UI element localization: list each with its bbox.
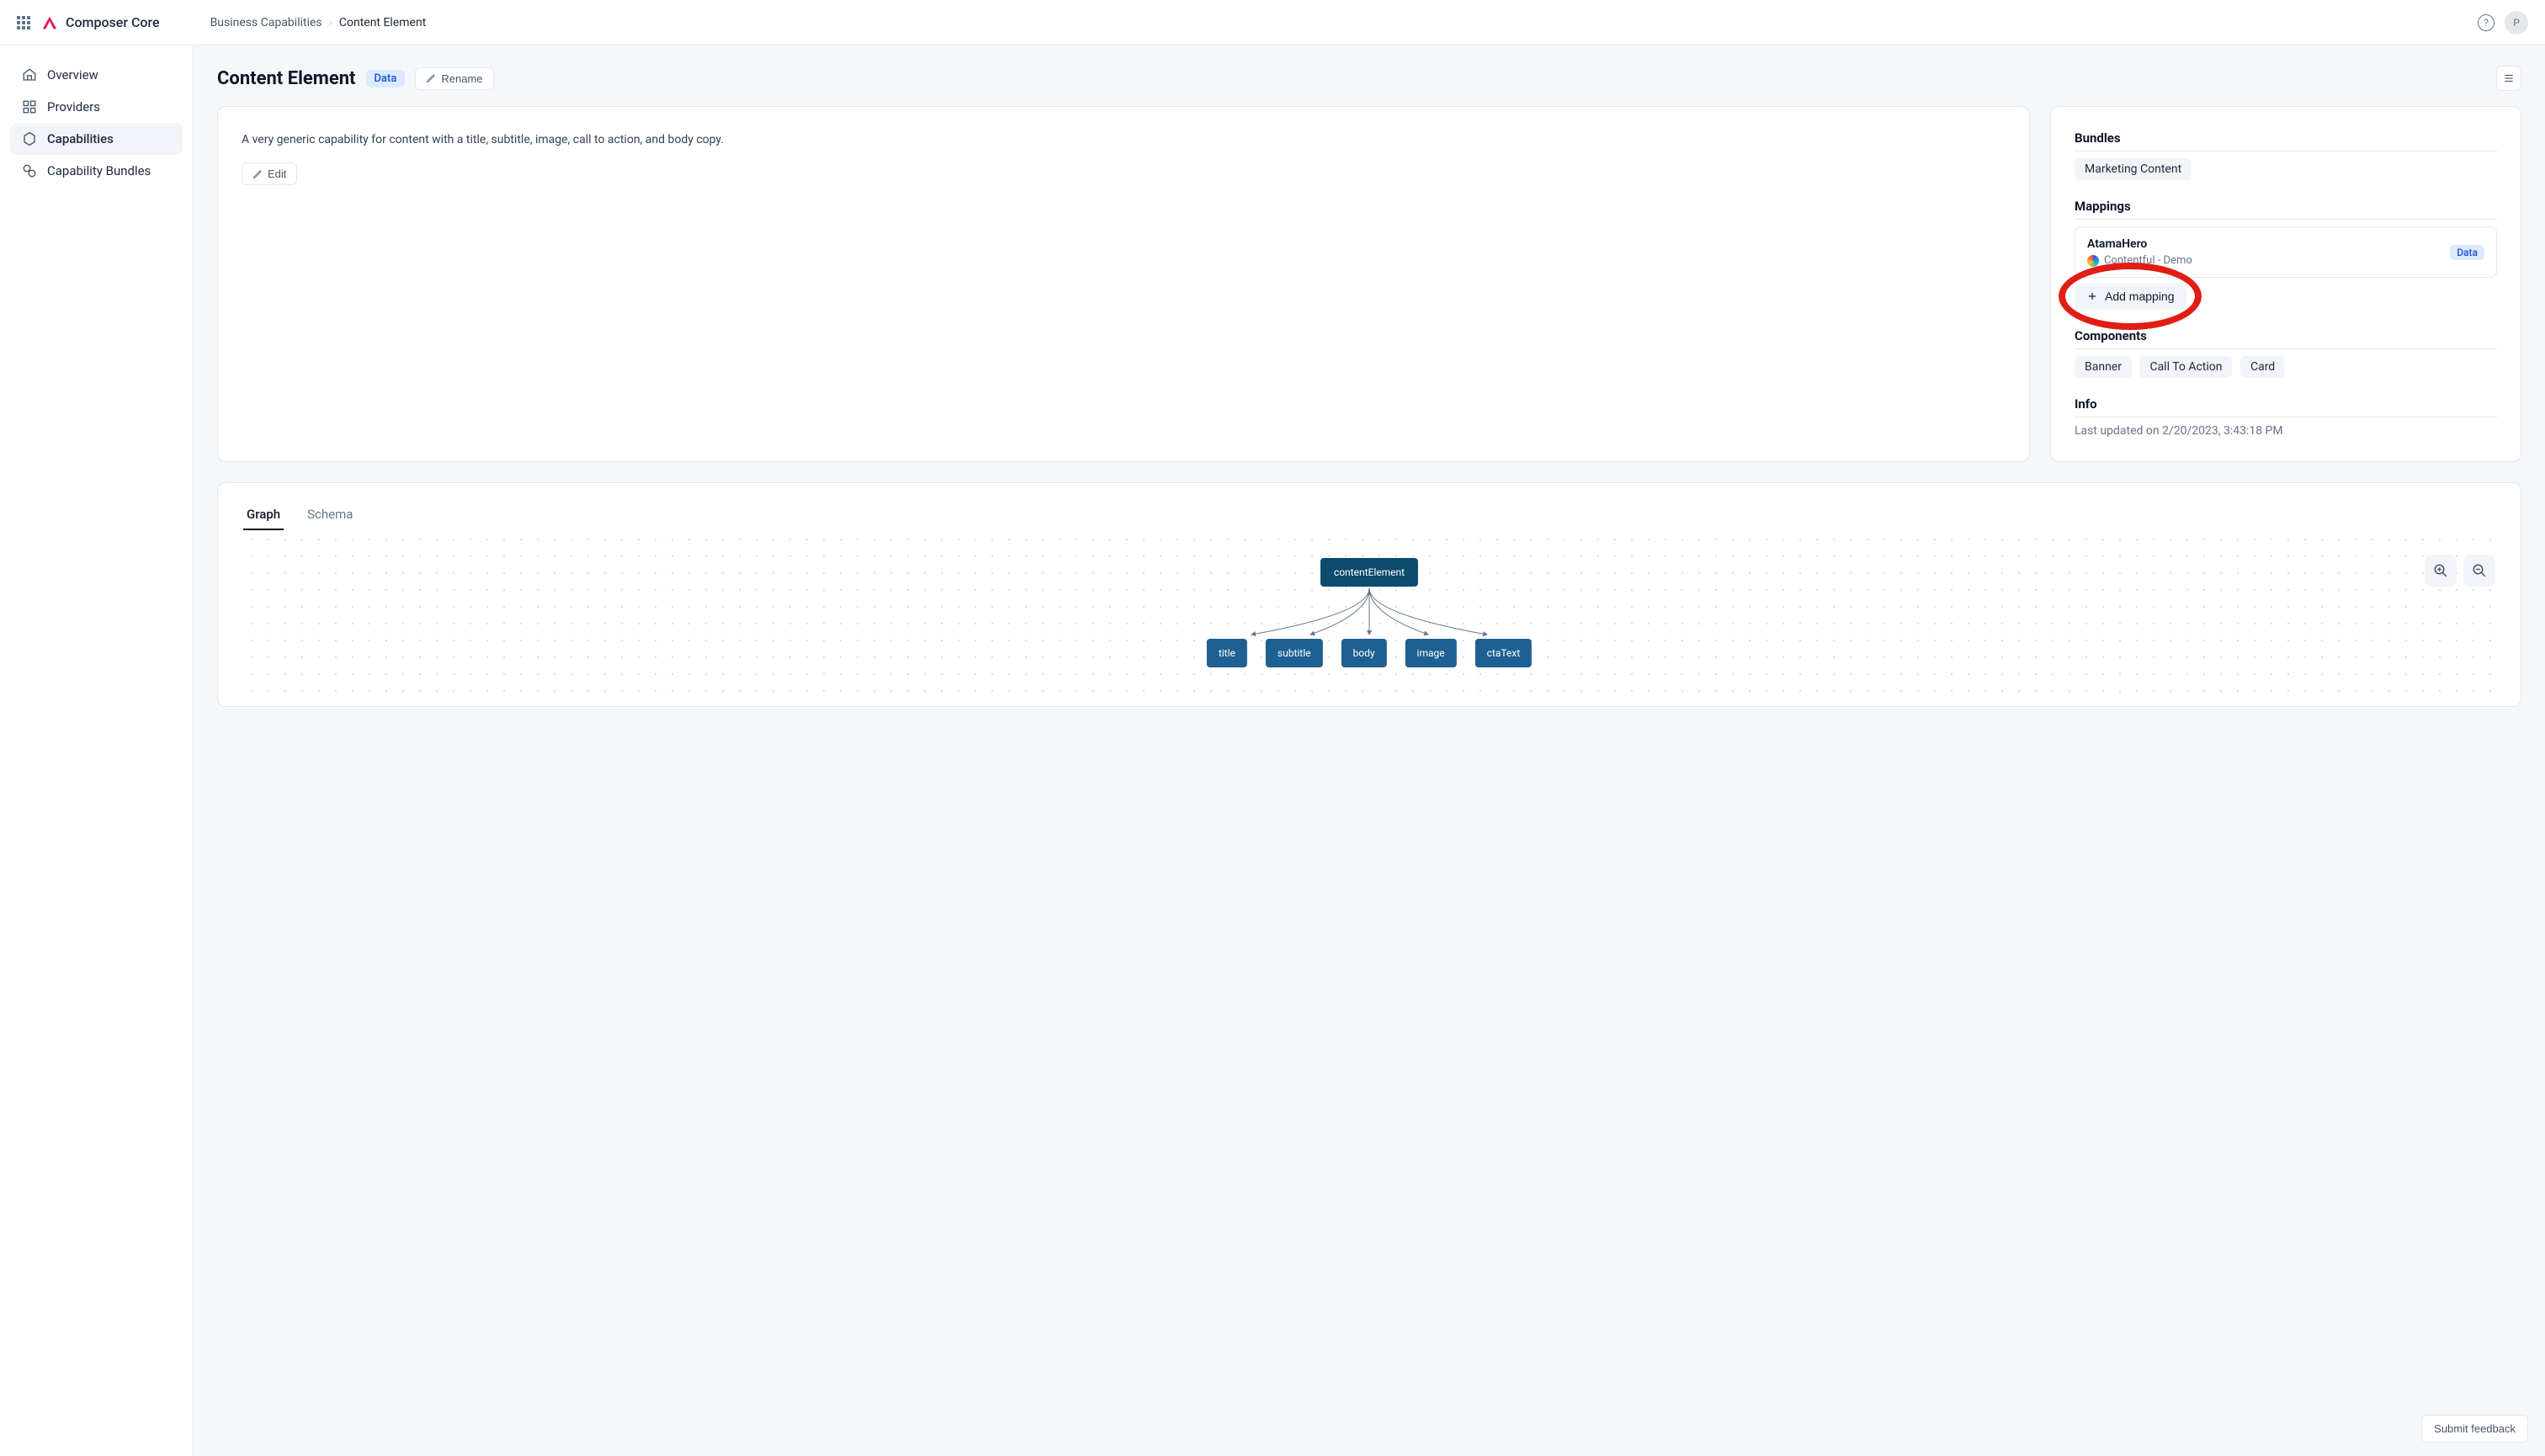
app-title: Composer Core: [66, 14, 160, 30]
mapping-left: AtamaHero Contentful - Demo: [2087, 237, 2450, 267]
page-header: Content Element Data Rename: [217, 66, 2521, 91]
circles-icon: [22, 163, 37, 178]
edit-label: Edit: [268, 167, 286, 180]
chevron-right-icon: ›: [329, 16, 332, 29]
info-title: Info: [2075, 396, 2497, 417]
info-section: Info Last updated on 2/20/2023, 3:43:18 …: [2075, 396, 2497, 438]
graph-card: Graph Schema contentElement: [217, 482, 2521, 707]
graph-edges: [1226, 588, 1512, 639]
user-avatar[interactable]: P: [2505, 11, 2528, 35]
menu-icon: [2503, 72, 2515, 84]
zoom-in-icon: [2433, 563, 2448, 578]
details-card: Bundles Marketing Content Mappings Atama…: [2050, 106, 2521, 462]
contentful-icon: [2087, 255, 2099, 267]
plus-icon: [2086, 290, 2098, 302]
sidebar-item-label: Overview: [47, 67, 98, 82]
mapping-badge: Data: [2450, 245, 2484, 260]
app-logo[interactable]: Composer Core: [40, 13, 160, 32]
breadcrumb: Business Capabilities › Content Element: [210, 16, 427, 29]
help-icon[interactable]: ?: [2478, 14, 2495, 31]
main-content: Content Element Data Rename A very gener…: [194, 45, 2545, 1456]
sidebar-item-label: Providers: [47, 99, 100, 114]
sidebar-item-bundles[interactable]: Capability Bundles: [10, 155, 183, 187]
layout: Overview Providers Capabilities Capabili…: [0, 45, 2545, 1456]
sidebar-item-label: Capabilities: [47, 131, 114, 146]
graph-node[interactable]: body: [1342, 639, 1387, 667]
add-mapping-label: Add mapping: [2105, 290, 2175, 303]
graph-node[interactable]: subtitle: [1266, 639, 1323, 667]
mappings-section: Mappings AtamaHero Contentful - Demo Dat…: [2075, 199, 2497, 310]
mapping-item[interactable]: AtamaHero Contentful - Demo Data: [2075, 226, 2497, 278]
zoom-in-button[interactable]: [2425, 555, 2457, 587]
bundle-chip[interactable]: Marketing Content: [2075, 158, 2192, 180]
graph-node[interactable]: ctaText: [1475, 639, 1533, 667]
home-icon: [22, 67, 37, 82]
app-header: Composer Core Business Capabilities › Co…: [0, 0, 2545, 45]
mapping-provider: Contentful - Demo: [2087, 254, 2450, 267]
description-card: A very generic capability for content wi…: [217, 106, 2030, 462]
components-title: Components: [2075, 328, 2497, 349]
mapping-name: AtamaHero: [2087, 237, 2450, 251]
bundles-section: Bundles Marketing Content: [2075, 130, 2497, 180]
breadcrumb-parent[interactable]: Business Capabilities: [210, 16, 322, 29]
component-chip[interactable]: Banner: [2075, 356, 2132, 378]
tab-graph[interactable]: Graph: [243, 500, 284, 530]
hexagon-icon: [22, 131, 37, 146]
component-chip[interactable]: Card: [2240, 356, 2285, 378]
pencil-icon: [252, 169, 263, 179]
zoom-controls: [2425, 555, 2495, 587]
graph-tabs: Graph Schema: [243, 500, 2495, 531]
description-text: A very generic capability for content wi…: [242, 130, 2006, 149]
sidebar-item-overview[interactable]: Overview: [10, 59, 183, 91]
graph-node[interactable]: image: [1405, 639, 1457, 667]
pencil-icon: [426, 73, 436, 83]
menu-button[interactable]: [2496, 66, 2521, 91]
sidebar-item-providers[interactable]: Providers: [10, 91, 183, 123]
add-mapping-button[interactable]: Add mapping: [2075, 283, 2186, 310]
zoom-out-button[interactable]: [2463, 555, 2495, 587]
logo-icon: [40, 13, 59, 32]
sidebar-item-capabilities[interactable]: Capabilities: [10, 123, 183, 155]
breadcrumb-current: Content Element: [339, 16, 426, 29]
graph-area[interactable]: contentElement title subtitle body image…: [243, 538, 2495, 706]
apps-grid-icon[interactable]: [17, 16, 30, 29]
bundles-title: Bundles: [2075, 130, 2497, 151]
page-title: Content Element: [217, 68, 356, 89]
edit-button[interactable]: Edit: [242, 162, 297, 185]
header-right: ? P: [2478, 11, 2528, 35]
rename-button[interactable]: Rename: [415, 67, 493, 90]
mappings-title: Mappings: [2075, 199, 2497, 220]
rename-label: Rename: [441, 72, 482, 85]
component-chip[interactable]: Call To Action: [2139, 356, 2232, 378]
grid-icon: [22, 99, 37, 114]
zoom-out-icon: [2472, 563, 2487, 578]
graph-children: title subtitle body image ctaText: [1207, 639, 1532, 667]
components-section: Components Banner Call To Action Card: [2075, 328, 2497, 378]
type-badge: Data: [366, 70, 406, 88]
graph-root-node[interactable]: contentElement: [1320, 558, 1418, 587]
sidebar-item-label: Capability Bundles: [47, 163, 151, 178]
info-text: Last updated on 2/20/2023, 3:43:18 PM: [2075, 424, 2497, 438]
provider-label: Contentful - Demo: [2104, 254, 2192, 267]
header-left: Composer Core: [17, 13, 160, 32]
sidebar: Overview Providers Capabilities Capabili…: [0, 45, 194, 1456]
submit-feedback-button[interactable]: Submit feedback: [2421, 1415, 2528, 1443]
content-row: A very generic capability for content wi…: [217, 106, 2521, 462]
graph-node[interactable]: title: [1207, 639, 1247, 667]
tab-schema[interactable]: Schema: [304, 500, 356, 530]
